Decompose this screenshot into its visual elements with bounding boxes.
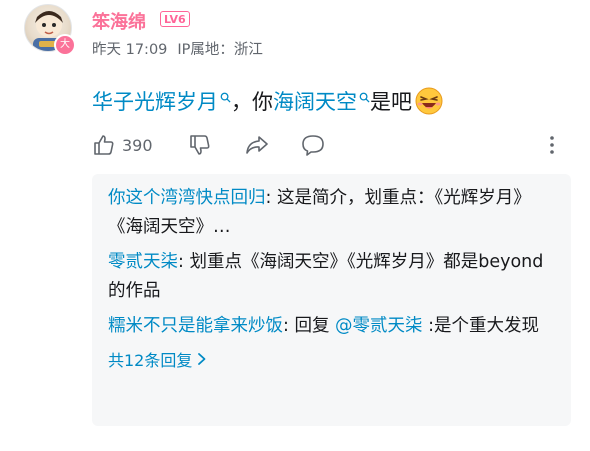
like-count: 390 [122, 135, 153, 155]
comment-text-sep: ，你 [231, 90, 273, 114]
thumb-down-icon [190, 135, 210, 155]
share-icon [246, 136, 268, 154]
reply-author[interactable]: 糯米不只是能拿来炒饭 [108, 316, 283, 336]
reply-button[interactable] [300, 130, 326, 160]
more-button[interactable] [540, 130, 564, 160]
reply-list[interactable]: 你这个湾湾快点回归: 这是简介，划重点：《光辉岁月》《海阔天空》… 零贰天柒: … [92, 174, 571, 426]
like-button[interactable]: 390 [92, 130, 153, 160]
search-icon [220, 92, 231, 103]
more-icon [550, 136, 554, 154]
view-more-replies[interactable]: 共12条回复 [108, 347, 555, 371]
laughing-emoji-icon [415, 87, 443, 115]
reply-text: : 回复 [283, 316, 336, 336]
comment-text-tail: 是吧 [370, 90, 412, 114]
username[interactable]: 笨海绵 [92, 8, 146, 34]
comment-meta: 昨天 17:09 IP属地：浙江 [92, 38, 273, 59]
view-more-label: 共12条回复 [108, 351, 193, 370]
reply-mention[interactable]: @零贰天柒 [335, 316, 423, 336]
ip-location: IP属地：浙江 [177, 42, 263, 58]
reply-item[interactable]: 你这个湾湾快点回归: 这是简介，划重点：《光辉岁月》《海阔天空》… [108, 184, 555, 242]
reply-author[interactable]: 零贰天柒 [108, 252, 178, 272]
level-badge: LV6 [160, 11, 190, 27]
thumb-up-icon [94, 135, 114, 155]
comment-icon [302, 135, 324, 156]
search-icon [359, 92, 370, 103]
comment-text: 华子光辉岁月 ，你海阔天空 是吧 [92, 86, 444, 117]
search-link-1[interactable]: 华子光辉岁月 [92, 90, 231, 114]
avatar-badge: 大 [54, 34, 76, 56]
reply-item[interactable]: 糯米不只是能拿来炒饭: 回复 @零贰天柒 :是个重大发现 [108, 312, 555, 341]
comment-actions: 390 [92, 130, 570, 160]
share-button[interactable] [244, 130, 270, 160]
search-link-1-label: 华子光辉岁月 [92, 90, 218, 114]
avatar[interactable]: 大 [24, 4, 76, 56]
reply-text-tail: :是个重大发现 [422, 316, 539, 336]
chevron-right-icon [198, 353, 206, 365]
reply-item[interactable]: 零贰天柒: 划重点《海阔天空》《光辉岁月》都是beyond的作品 [108, 248, 555, 306]
reply-author[interactable]: 你这个湾湾快点回归 [108, 188, 266, 208]
search-link-2-label: 海阔天空 [273, 90, 357, 114]
dislike-button[interactable] [188, 130, 212, 160]
search-link-2[interactable]: 海阔天空 [273, 90, 370, 114]
comment-time: 昨天 17:09 [92, 42, 168, 58]
